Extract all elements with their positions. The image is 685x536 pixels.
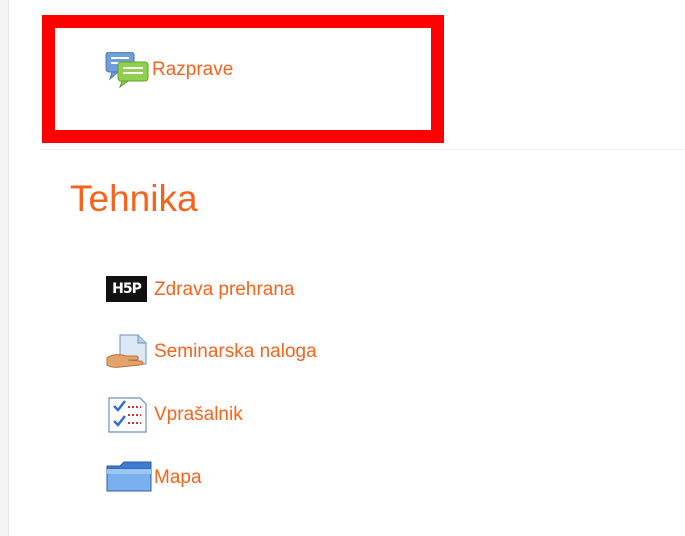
activity-label: Zdrava prehrana xyxy=(154,279,295,300)
left-border xyxy=(0,0,9,536)
h5p-icon: H5P xyxy=(106,272,154,308)
questionnaire-icon xyxy=(106,397,154,433)
h5p-badge: H5P xyxy=(106,276,147,302)
activity-zdrava-prehrana[interactable]: H5P Zdrava prehrana xyxy=(106,272,294,308)
activity-vprasalnik[interactable]: Vprašalnik xyxy=(106,397,243,433)
assignment-icon xyxy=(106,334,154,370)
activity-label: Mapa xyxy=(154,467,202,488)
section-title: Tehnika xyxy=(70,178,198,219)
highlight-box xyxy=(42,15,444,143)
activity-label: Seminarska naloga xyxy=(154,341,317,362)
activity-mapa[interactable]: Mapa xyxy=(106,460,202,496)
activity-label: Vprašalnik xyxy=(154,404,243,425)
section-divider xyxy=(42,149,685,150)
course-page: Razprave Tehnika H5P Zdrava prehrana Sem… xyxy=(0,0,685,536)
activity-seminarska-naloga[interactable]: Seminarska naloga xyxy=(106,334,317,370)
folder-icon xyxy=(106,460,154,496)
